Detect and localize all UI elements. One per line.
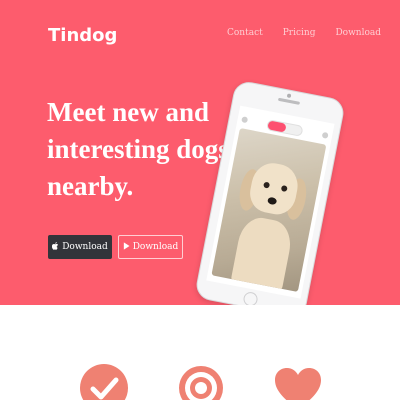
chat-icon [321,131,329,139]
hero-section: Tindog Contact Pricing Download Meet new… [0,0,400,305]
check-circle-icon [80,364,128,400]
profile-icon [241,116,249,124]
apple-icon [52,242,59,252]
phone-speaker [277,97,301,105]
download-apple-label: Download [62,242,108,252]
nav-download[interactable]: Download [335,28,381,38]
phone-screen [206,105,335,299]
target-icon [177,364,225,400]
nav-pricing[interactable]: Pricing [283,28,316,38]
download-apple-button[interactable]: Download [48,235,112,259]
brand-logo[interactable]: Tindog [48,25,117,46]
heart-icon [273,366,323,400]
phone-home-button [242,290,259,305]
phone-frame [193,79,347,305]
features-section [0,305,400,400]
phone-camera [286,93,292,99]
phone-mockup [170,79,347,305]
top-nav: Contact Pricing Download [227,28,381,38]
nav-contact[interactable]: Contact [227,28,263,38]
play-icon [123,242,130,252]
dog-photo [211,127,327,293]
